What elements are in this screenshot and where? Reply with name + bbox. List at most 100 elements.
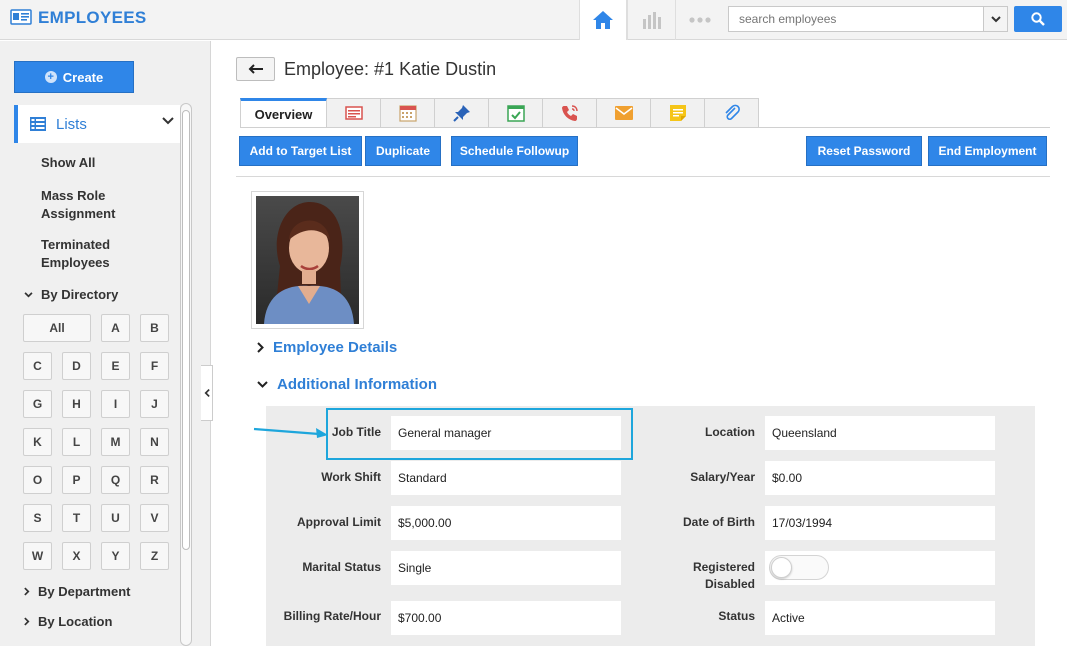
directory-letter-v[interactable]: V xyxy=(140,504,169,532)
record-tabs: Overview xyxy=(240,98,759,128)
arrow-left-icon xyxy=(248,64,263,74)
directory-letter-m[interactable]: M xyxy=(101,428,130,456)
directory-letter-x[interactable]: X xyxy=(62,542,91,570)
home-button[interactable] xyxy=(579,0,627,40)
work-shift-field[interactable]: Standard xyxy=(391,461,621,495)
employee-photo-frame[interactable] xyxy=(251,191,364,329)
page-title: Employee: #1 Katie Dustin xyxy=(284,59,497,79)
checklist-icon xyxy=(506,105,525,122)
chevron-right-icon xyxy=(257,342,264,353)
directory-letter-h[interactable]: H xyxy=(62,390,91,418)
sidebar-item-terminated-employees[interactable]: Terminated Employees xyxy=(41,236,110,272)
phone-icon xyxy=(561,105,578,121)
job-title-highlight-box xyxy=(326,408,633,460)
add-to-target-list-button[interactable]: Add to Target List xyxy=(239,136,362,166)
sticky-note-icon xyxy=(669,105,686,121)
directory-letter-n[interactable]: N xyxy=(140,428,169,456)
tab-overview[interactable]: Overview xyxy=(240,98,327,128)
create-button[interactable]: + Create xyxy=(14,61,134,93)
work-shift-label: Work Shift xyxy=(321,470,381,484)
home-icon xyxy=(593,11,613,29)
date-of-birth-label: Date of Birth xyxy=(683,515,755,529)
directory-letter-f[interactable]: F xyxy=(140,352,169,380)
list-icon xyxy=(30,117,46,131)
search-input[interactable] xyxy=(729,7,983,31)
directory-letter-w[interactable]: W xyxy=(23,542,52,570)
directory-letter-g[interactable]: G xyxy=(23,390,52,418)
approval-limit-field[interactable]: $5,000.00 xyxy=(391,506,621,540)
scrollbar-thumb[interactable] xyxy=(182,110,190,550)
directory-letter-o[interactable]: O xyxy=(23,466,52,494)
tab-calendar[interactable] xyxy=(381,98,435,128)
email-icon xyxy=(614,106,633,120)
bar-chart-icon xyxy=(642,12,661,29)
salary-year-field[interactable]: $0.00 xyxy=(765,461,995,495)
directory-letter-i[interactable]: I xyxy=(101,390,130,418)
directory-letter-q[interactable]: Q xyxy=(101,466,130,494)
sidebar: + Create Lists Show All Mass Role Assignm… xyxy=(0,41,211,646)
tab-tasks[interactable] xyxy=(489,98,543,128)
chevron-left-icon xyxy=(204,388,210,398)
reset-password-button[interactable]: Reset Password xyxy=(806,136,922,166)
marital-status-label: Marital Status xyxy=(302,560,381,574)
tab-notes[interactable] xyxy=(327,98,381,128)
calendar-icon xyxy=(398,105,417,122)
tab-pin[interactable] xyxy=(435,98,489,128)
reports-button[interactable] xyxy=(627,0,675,40)
marital-status-field[interactable]: Single xyxy=(391,551,621,585)
sidebar-item-show-all[interactable]: Show All xyxy=(41,154,95,172)
registered-disabled-toggle[interactable] xyxy=(769,555,829,580)
directory-letter-j[interactable]: J xyxy=(140,390,169,418)
tab-attachments[interactable] xyxy=(705,98,759,128)
divider xyxy=(236,176,1050,177)
status-field[interactable]: Active xyxy=(765,601,995,635)
sidebar-item-mass-role-assignment[interactable]: Mass Role Assignment xyxy=(41,187,115,223)
date-of-birth-field[interactable]: 17/03/1994 xyxy=(765,506,995,540)
directory-letter-t[interactable]: T xyxy=(62,504,91,532)
id-card-icon xyxy=(10,8,32,28)
sidebar-collapse-toggle[interactable] xyxy=(201,365,213,421)
tab-sticky-notes[interactable] xyxy=(651,98,705,128)
billing-rate-label: Billing Rate/Hour xyxy=(283,609,381,623)
schedule-followup-button[interactable]: Schedule Followup xyxy=(451,136,578,166)
directory-letter-k[interactable]: K xyxy=(23,428,52,456)
sidebar-group-by-location[interactable]: By Location xyxy=(24,614,112,629)
sidebar-scrollbar[interactable] xyxy=(180,103,192,646)
chevron-right-icon xyxy=(24,587,30,596)
location-field[interactable]: Queensland xyxy=(765,416,995,450)
directory-letter-e[interactable]: E xyxy=(101,352,130,380)
tab-calls[interactable] xyxy=(543,98,597,128)
directory-letter-l[interactable]: L xyxy=(62,428,91,456)
more-button[interactable] xyxy=(675,0,723,40)
pointer-arrow-icon xyxy=(253,427,328,438)
directory-letter-s[interactable]: S xyxy=(23,504,52,532)
end-employment-button[interactable]: End Employment xyxy=(928,136,1047,166)
search-button[interactable] xyxy=(1014,6,1062,32)
employee-details-section-toggle[interactable]: Employee Details xyxy=(257,339,397,356)
search-icon xyxy=(1031,12,1045,26)
create-label: Create xyxy=(62,69,104,85)
directory-letter-u[interactable]: U xyxy=(101,504,130,532)
duplicate-button[interactable]: Duplicate xyxy=(365,136,441,166)
directory-letter-y[interactable]: Y xyxy=(101,542,130,570)
back-button[interactable] xyxy=(236,57,275,81)
sidebar-group-by-department[interactable]: By Department xyxy=(24,584,130,599)
sidebar-group-by-directory[interactable]: By Directory xyxy=(24,287,118,302)
chevron-down-icon xyxy=(162,117,174,125)
directory-letter-all[interactable]: All xyxy=(23,314,91,342)
directory-letter-z[interactable]: Z xyxy=(140,542,169,570)
directory-letter-a[interactable]: A xyxy=(101,314,130,342)
lists-header[interactable]: Lists xyxy=(14,105,180,143)
billing-rate-field[interactable]: $700.00 xyxy=(391,601,621,635)
directory-letter-b[interactable]: B xyxy=(140,314,169,342)
directory-letter-c[interactable]: C xyxy=(23,352,52,380)
directory-letter-d[interactable]: D xyxy=(62,352,91,380)
lists-label: Lists xyxy=(56,115,87,133)
additional-information-section-toggle[interactable]: Additional Information xyxy=(257,376,437,393)
chevron-down-icon xyxy=(24,291,33,297)
tab-email[interactable] xyxy=(597,98,651,128)
directory-letter-r[interactable]: R xyxy=(140,466,169,494)
directory-letter-p[interactable]: P xyxy=(62,466,91,494)
registered-disabled-label: Registered Disabled xyxy=(692,560,755,591)
search-filter-dropdown[interactable] xyxy=(983,7,1007,31)
